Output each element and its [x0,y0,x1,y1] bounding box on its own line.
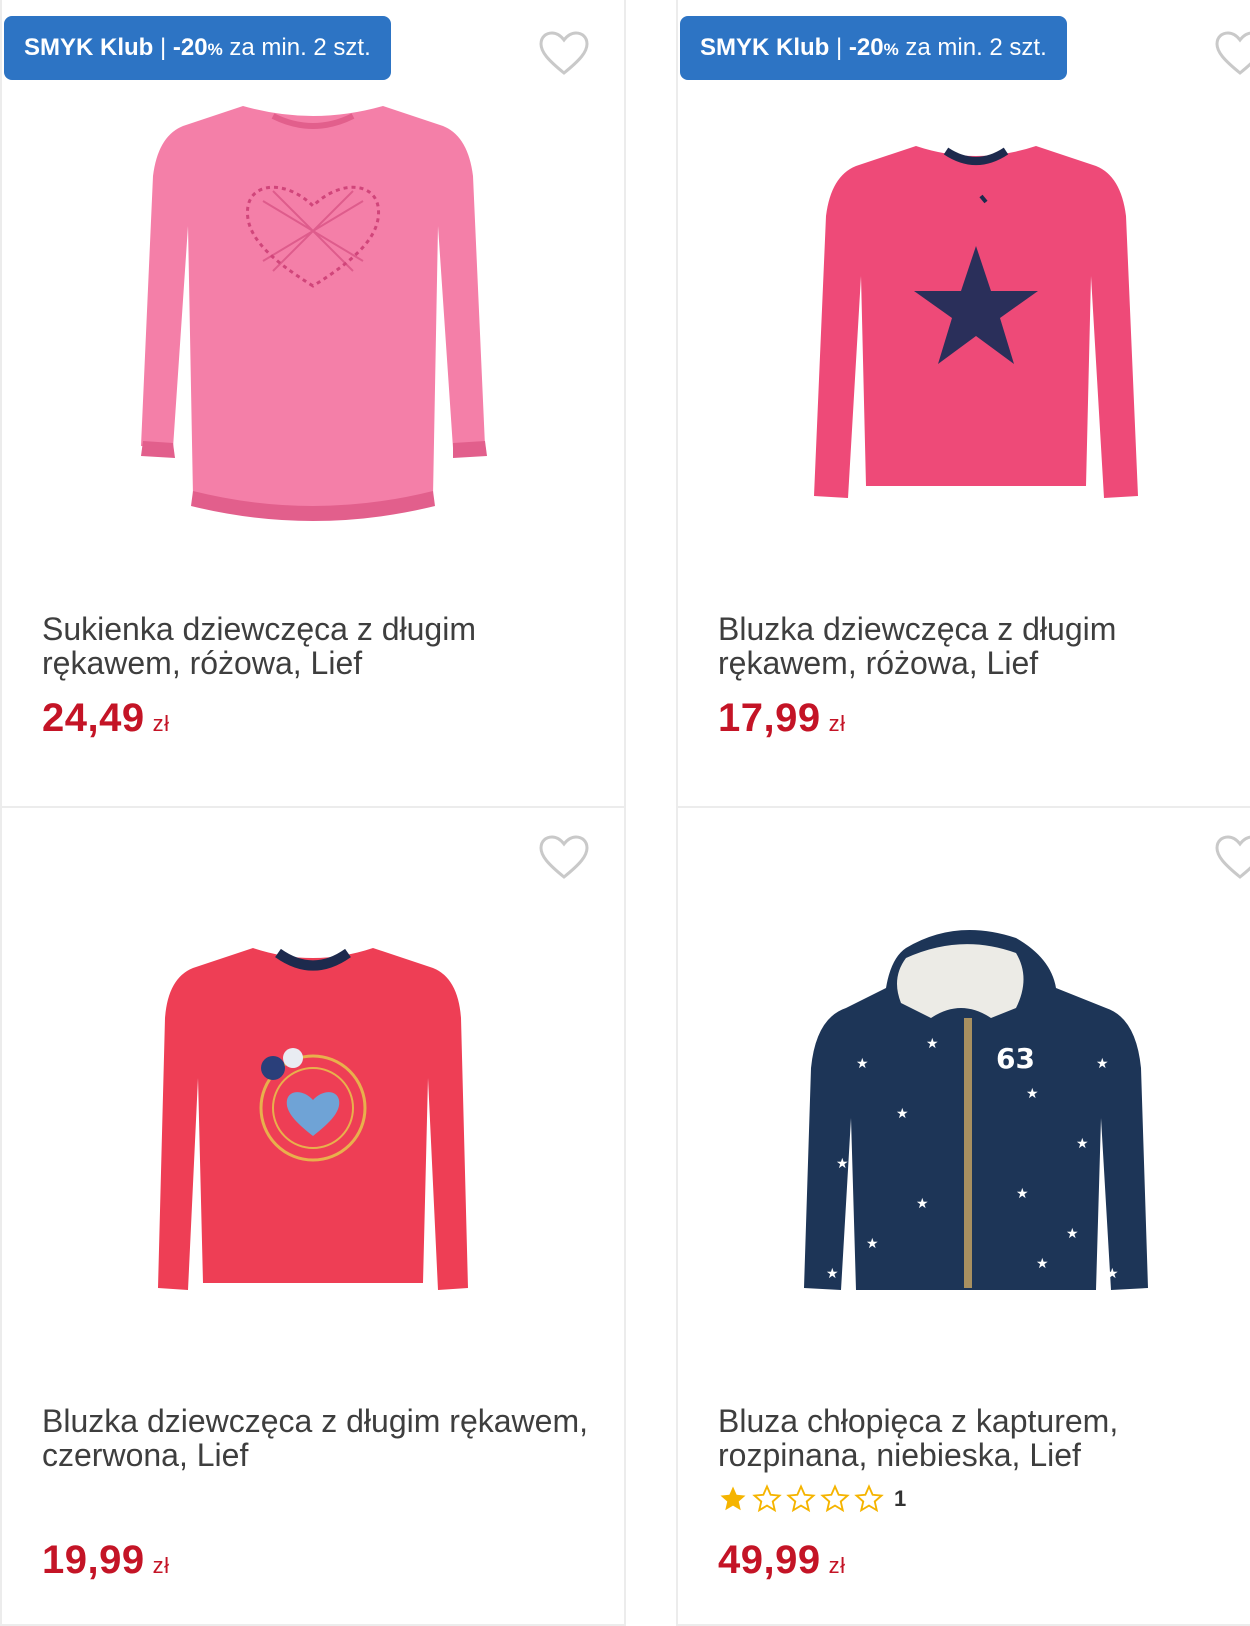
svg-text:★: ★ [866,1236,879,1252]
svg-text:★: ★ [1016,1186,1029,1202]
svg-text:★: ★ [1106,1266,1119,1282]
svg-text:★: ★ [1026,1086,1039,1102]
product-card[interactable]: SMYK Klub | -20% za min. 2 szt. Bluzka d… [676,0,1250,808]
svg-text:★: ★ [1076,1136,1089,1152]
product-rating[interactable]: 1 [718,1484,906,1514]
product-price: 19,99 zł [42,1538,170,1582]
product-image[interactable] [2,838,624,1378]
svg-text:★: ★ [896,1106,909,1122]
product-price: 17,99 zł [718,696,846,740]
svg-text:★: ★ [1096,1056,1109,1072]
product-title[interactable]: Bluza chłopięca z kapturem, rozpinana, n… [718,1404,1244,1472]
product-image[interactable]: ★ ★ ★ ★ ★ ★ ★ ★ ★ ★ ★ ★ ★ ★ 63 [678,838,1250,1378]
svg-text:★: ★ [836,1156,849,1172]
pink-top-image [814,146,1138,498]
product-card[interactable]: ★ ★ ★ ★ ★ ★ ★ ★ ★ ★ ★ ★ ★ ★ 63 Bluza chłopięca z … [676,806,1250,1626]
product-image[interactable] [2,36,624,576]
star-empty-icon [820,1484,850,1513]
product-title[interactable]: Sukienka dziewczęca z długim rękawem, ró… [42,612,594,680]
pink-dress-image [141,106,487,521]
red-top-image [158,948,468,1290]
product-price: 49,99 zł [718,1538,846,1582]
product-title[interactable]: Bluzka dziewczęca z długim rękawem, różo… [718,612,1244,680]
star-empty-icon [752,1484,782,1513]
star-empty-icon [786,1484,816,1513]
navy-hoodie-image: ★ ★ ★ ★ ★ ★ ★ ★ ★ ★ ★ ★ ★ ★ 63 [804,930,1148,1290]
product-card[interactable]: Bluzka dziewczęca z długim rękawem, czer… [0,806,626,1626]
review-count: 1 [894,1486,907,1511]
svg-text:★: ★ [1066,1226,1079,1242]
svg-text:★: ★ [856,1056,869,1072]
product-title[interactable]: Bluzka dziewczęca z długim rękawem, czer… [42,1404,594,1472]
svg-text:★: ★ [926,1036,939,1052]
svg-text:★: ★ [1036,1256,1049,1272]
product-card[interactable]: SMYK Klub | -20% za min. 2 szt. Sukienka… [0,0,626,808]
star-filled-icon [720,1486,746,1511]
svg-text:★: ★ [916,1196,929,1212]
product-image[interactable] [678,36,1250,576]
star-empty-icon [854,1484,884,1513]
product-price: 24,49 zł [42,696,170,740]
svg-text:★: ★ [826,1266,839,1282]
svg-text:63: 63 [996,1042,1035,1075]
